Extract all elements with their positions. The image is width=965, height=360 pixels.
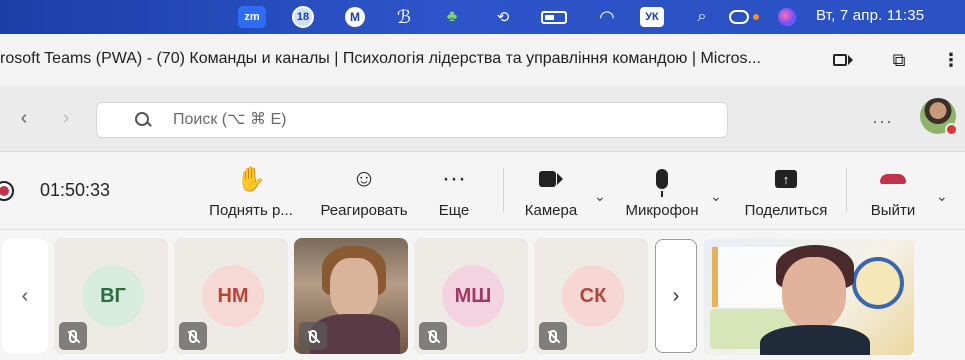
scribble-icon[interactable]: ℬ [392,6,416,28]
chevron-left-icon[interactable]: ‹ [2,239,48,353]
presenter-video[interactable] [704,239,914,355]
leave-options-chevron-icon[interactable]: ⌄ [936,188,948,205]
avatar: ВГ [82,265,144,327]
institute-logo [852,257,904,309]
raise-hand-button[interactable]: ✋ Поднять р... [208,164,294,220]
ellipsis-icon: ··· [442,165,466,192]
search-box[interactable] [96,102,728,138]
tree-icon[interactable]: ♣ [440,6,464,28]
thunderbird-badge: 18 [292,6,314,28]
window-titlebar: rosoft Teams (PWA) - (70) Команды и кана… [0,34,965,86]
keyboard-layout-icon[interactable]: УК [640,7,664,27]
smiley-icon: ☺ [351,165,377,192]
battery-icon[interactable] [537,6,571,28]
forward-button[interactable]: › [56,107,76,129]
share-button[interactable]: ↑ Поделиться [742,164,830,219]
raise-hand-label: Поднять р... [209,202,293,219]
zoom-icon[interactable]: zm [238,6,266,28]
mic-off-icon [299,322,327,350]
search-icon [135,112,151,128]
react-label: Реагировать [320,202,408,219]
back-button[interactable]: ‹ [14,107,34,129]
camera-label: Камера [524,202,578,219]
avatar: МШ [442,265,504,327]
video-body [760,325,870,355]
menu-bar: zm 18 M ℬ ♣ ⟲ ◠ УК ⌕ Вт, 7 апр. 11:35 [0,0,965,34]
leave-button[interactable]: Выйти [862,164,924,219]
participant-tile[interactable]: ВГ [54,238,168,354]
participant-tile[interactable]: МШ [414,238,528,354]
menubar-clock[interactable]: Вт, 7 апр. 11:35 [816,7,924,24]
more-options-button[interactable]: ··· [872,111,893,132]
video-icon[interactable] [830,48,856,72]
chevron-right-icon[interactable]: › [655,239,697,353]
microphone-button[interactable]: Микрофон [622,164,702,219]
status-badge [945,123,958,136]
microphone-options-chevron-icon[interactable]: ⌄ [710,188,722,205]
divider [846,168,847,212]
mic-off-icon [419,322,447,350]
participant-video-tile[interactable] [294,238,408,354]
participant-tile[interactable]: НМ [174,238,288,354]
mic-off-icon [539,322,567,350]
leave-label: Выйти [870,202,916,219]
siri-icon[interactable] [774,6,800,28]
participant-strip: ‹ ВГ НМ МШ СК › [0,231,965,360]
mic-off-icon [179,322,207,350]
video-face [330,258,378,318]
wifi-icon[interactable]: ◠ [595,6,619,28]
app-menu-icon[interactable]: ⋮ [938,48,964,72]
recording-icon [0,181,14,201]
mail-label: M [345,7,365,27]
avatar: СК [562,265,624,327]
window-title: rosoft Teams (PWA) - (70) Команды и кана… [0,50,761,67]
mail-icon[interactable]: M [344,6,366,28]
microphone-label: Микрофон [625,202,699,219]
more-label: Еще [438,202,470,219]
meeting-controls: 01:50:33 ✋ Поднять р... ☺ Реагировать ··… [0,152,965,230]
camera-icon [539,170,563,188]
react-button[interactable]: ☺ Реагировать [318,164,410,219]
time-machine-icon[interactable]: ⟲ [492,6,514,28]
hang-up-icon [880,174,906,184]
share-icon: ↑ [775,170,797,188]
camera-button[interactable]: Камера [520,164,582,219]
participant-tile[interactable]: СК [534,238,648,354]
divider [503,168,504,212]
avatar[interactable] [920,98,958,136]
meeting-timer: 01:50:33 [40,180,111,200]
mic-off-icon [59,322,87,350]
share-label: Поделиться [744,202,828,219]
camera-options-chevron-icon[interactable]: ⌄ [594,188,606,205]
avatar: НМ [202,265,264,327]
more-button[interactable]: ··· Еще [432,164,476,219]
control-center-icon[interactable] [724,6,764,28]
extensions-icon[interactable]: ⧉ [886,48,912,72]
teams-top-bar: ‹ › ··· [0,86,965,152]
spotlight-icon[interactable]: ⌕ [692,6,712,28]
hand-icon: ✋ [236,165,266,193]
video-face [782,257,846,329]
microphone-icon [656,169,668,197]
thunderbird-icon[interactable]: 18 [290,6,316,28]
search-input[interactable] [173,111,573,129]
